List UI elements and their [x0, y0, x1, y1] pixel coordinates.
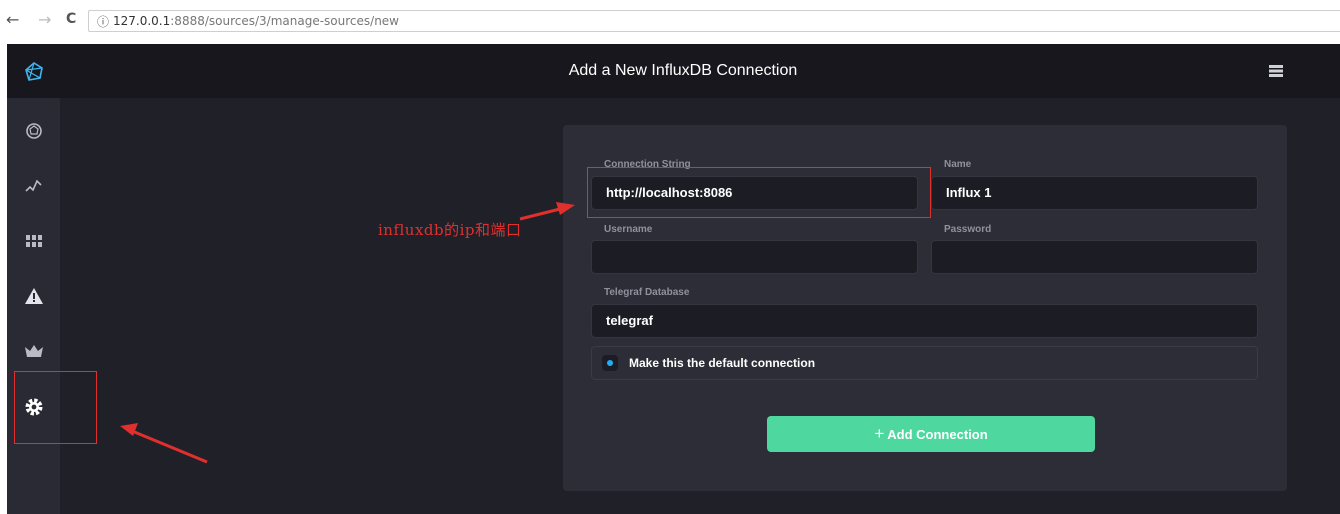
- annotation-arrows: [120, 202, 575, 464]
- arrow-to-connection: [519, 202, 575, 221]
- arrow-to-settings: [120, 423, 208, 464]
